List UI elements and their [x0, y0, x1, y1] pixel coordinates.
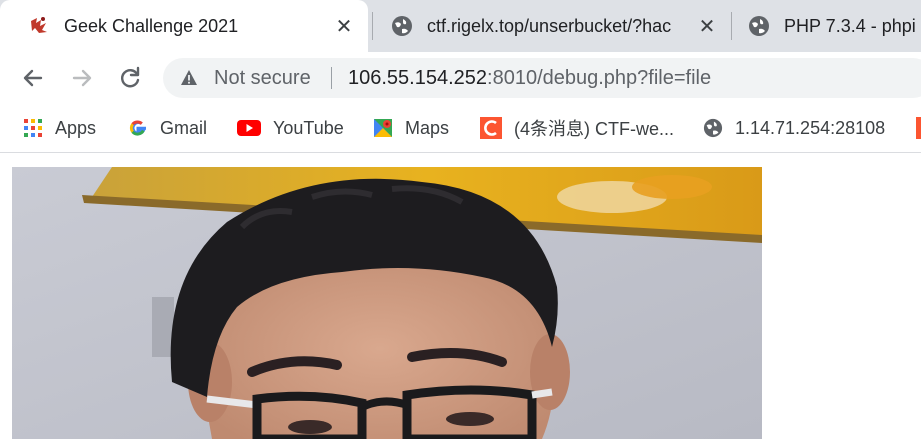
globe-icon — [392, 16, 412, 36]
forward-arrow-icon[interactable] — [69, 65, 95, 91]
bookmark-label: Apps — [55, 117, 97, 138]
bookmark-apps[interactable]: Apps — [23, 116, 96, 140]
url-host: 106.55.154.252 — [348, 67, 488, 89]
bookmark-youtube[interactable]: YouTube — [237, 116, 344, 140]
bookmark-ip-address[interactable]: 1.14.71.254:28108 — [703, 116, 885, 140]
bookmark-label: YouTube — [273, 117, 344, 138]
security-status-label[interactable]: Not secure — [214, 67, 311, 90]
bookmark-label: Maps — [405, 117, 450, 138]
tab-strip: Geek Challenge 2021 ✕ ctf.rigelx.top/uns… — [0, 0, 921, 52]
tab-geek-challenge[interactable]: Geek Challenge 2021 ✕ — [0, 0, 368, 52]
globe-icon — [749, 16, 769, 36]
url-text[interactable]: 106.55.154.252:8010/debug.php?file=file — [348, 67, 711, 90]
warning-triangle-icon[interactable] — [180, 69, 198, 87]
youtube-icon — [237, 120, 261, 136]
tab-title: ctf.rigelx.top/unserbucket/?hac — [427, 15, 672, 36]
csdn-icon — [480, 117, 502, 139]
tab-unserbucket[interactable]: ctf.rigelx.top/unserbucket/?hac ✕ — [373, 0, 729, 52]
tab-title: PHP 7.3.4 - phpi — [784, 15, 916, 36]
geek-logo-icon — [31, 17, 47, 33]
bookmark-overflow-icon[interactable] — [916, 117, 921, 139]
back-arrow-icon[interactable] — [20, 65, 46, 91]
address-bar[interactable]: Not secure 106.55.154.252:8010/debug.php… — [163, 58, 921, 98]
close-tab-icon[interactable]: ✕ — [695, 14, 719, 39]
toolbar: Not secure 106.55.154.252:8010/debug.php… — [0, 52, 921, 104]
reload-icon[interactable] — [117, 65, 143, 91]
omnibox-divider — [331, 67, 332, 89]
tab-title: Geek Challenge 2021 — [64, 15, 239, 36]
google-icon — [129, 120, 146, 136]
maps-icon — [374, 119, 392, 137]
apps-grid-icon — [24, 119, 42, 137]
bookmark-label: 1.14.71.254:28108 — [735, 117, 886, 138]
bookmark-label: Gmail — [160, 117, 208, 138]
bookmarks-bar: Apps Gmail YouTube Maps (4条消息) CTF-we...… — [0, 104, 921, 153]
bookmark-label: (4条消息) CTF-we... — [514, 119, 674, 139]
url-path: :8010/debug.php?file=file — [487, 67, 712, 89]
bookmark-csdn[interactable]: (4条消息) CTF-we... — [480, 116, 674, 140]
bookmark-maps[interactable]: Maps — [373, 116, 449, 140]
close-tab-icon[interactable]: ✕ — [332, 14, 356, 39]
person-photo — [12, 167, 762, 439]
page-content — [0, 153, 921, 439]
bookmark-gmail[interactable]: Gmail — [128, 116, 207, 140]
globe-icon — [703, 118, 723, 138]
tab-php-info[interactable]: PHP 7.3.4 - phpi — [732, 0, 921, 52]
